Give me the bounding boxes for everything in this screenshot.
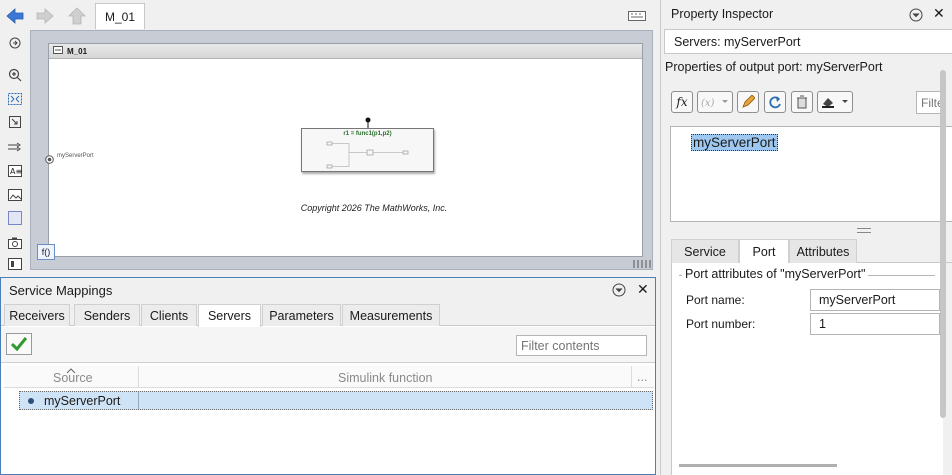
table-row[interactable]: myServerPort	[19, 391, 653, 410]
paint-bucket-dropdown-icon[interactable]	[817, 91, 853, 113]
area-icon[interactable]	[6, 210, 24, 226]
simulink-function-block[interactable]: r1 = func1(p1,p2)	[301, 128, 434, 172]
back-arrow-icon[interactable]	[4, 6, 26, 26]
forward-arrow-icon[interactable]	[34, 6, 56, 26]
fx-button[interactable]: fx	[671, 91, 693, 113]
server-port-icon[interactable]	[45, 153, 54, 167]
navigation-bar: M_01	[0, 0, 660, 30]
service-mappings-panel: Service Mappings ✕ Receivers Senders Cli…	[0, 277, 656, 475]
zoom-region-icon[interactable]	[6, 114, 24, 130]
service-tabs: Receivers Senders Clients Servers Parame…	[1, 302, 655, 327]
annotation-icon[interactable]: A≡	[6, 163, 24, 179]
tab-attributes[interactable]: Attributes	[789, 239, 857, 263]
splitter-grip-icon[interactable]	[857, 228, 871, 233]
tab-receivers[interactable]: Receivers	[4, 304, 70, 326]
tab-parameters[interactable]: Parameters	[262, 304, 341, 326]
palette-toolbar: A≡	[0, 30, 30, 274]
model-canvas[interactable]: M_01 myServerPort r1 = func1(p1,p2) Copy…	[30, 30, 653, 270]
model-title-bar: M_01	[49, 44, 642, 59]
column-more-icon[interactable]: ...	[637, 370, 647, 384]
keyboard-icon[interactable]	[628, 10, 646, 24]
server-port-label: myServerPort	[57, 153, 94, 159]
horizontal-scrollbar[interactable]	[679, 464, 837, 467]
fx-label: fx	[676, 95, 688, 109]
pencil-icon[interactable]	[737, 91, 759, 113]
canvas-scroll-corner-icon	[632, 258, 652, 268]
grid-header: Source Simulink function ...	[4, 366, 654, 388]
port-name-field[interactable]: myServerPort	[810, 289, 940, 311]
filter-contents-input[interactable]	[516, 335, 647, 356]
property-inspector-title: Property Inspector	[671, 7, 774, 21]
tab-servers[interactable]: Servers	[198, 304, 261, 327]
tab-clients[interactable]: Clients	[141, 304, 197, 326]
svg-text:A≡: A≡	[10, 167, 22, 176]
cell-source[interactable]: myServerPort	[44, 394, 120, 408]
row-bullet-icon	[28, 398, 34, 404]
hide-show-icon[interactable]	[6, 35, 24, 51]
fit-to-view-icon[interactable]	[6, 91, 24, 107]
properties-heading: Properties of output port: myServerPort	[665, 60, 883, 74]
tab-senders[interactable]: Senders	[74, 304, 140, 326]
port-name-label: Port name:	[686, 293, 745, 307]
property-inspector-panel: Property Inspector ✕ Servers: myServerPo…	[660, 0, 952, 475]
zoom-in-icon[interactable]	[6, 67, 24, 83]
refresh-icon[interactable]	[764, 91, 786, 113]
port-number-label: Port number:	[686, 317, 756, 331]
service-toolbar	[1, 327, 655, 363]
port-number-field[interactable]: 1	[810, 313, 940, 335]
model-browser-icon[interactable]	[6, 256, 24, 272]
function-block-diagram	[326, 141, 409, 169]
port-attributes-group-title: Port attributes of "myServerPort"	[682, 267, 869, 281]
selected-name-text[interactable]: myServerPort	[691, 134, 778, 151]
apply-checkmark-button[interactable]	[6, 333, 32, 355]
panel-menu-icon[interactable]	[612, 283, 626, 300]
column-header-simulink-function[interactable]: Simulink function	[338, 371, 433, 385]
inspector-tabs: Service Port Attributes	[671, 239, 952, 263]
diagram-area[interactable]: M_01 myServerPort r1 = func1(p1,p2) Copy…	[45, 43, 643, 257]
subsystem-icon	[53, 46, 63, 56]
up-arrow-icon[interactable]	[66, 6, 88, 26]
tab-measurements[interactable]: Measurements	[342, 304, 440, 326]
port-attributes-body: Port attributes of "myServerPort" Port n…	[671, 263, 943, 475]
column-header-source[interactable]: Source	[53, 371, 93, 385]
service-mappings-title: Service Mappings	[9, 282, 113, 298]
inspector-breadcrumb: Servers: myServerPort	[664, 29, 952, 54]
name-editor[interactable]: myServerPort	[670, 126, 952, 222]
model-tab[interactable]: M_01	[95, 3, 145, 29]
column-divider	[138, 392, 139, 409]
panel-menu-icon[interactable]	[909, 8, 923, 25]
close-icon[interactable]: ✕	[637, 281, 649, 298]
inspector-toolbar: fx (x)	[669, 90, 952, 116]
variable-dropdown-icon[interactable]: (x)	[697, 91, 733, 113]
tab-service[interactable]: Service	[671, 239, 739, 263]
image-icon[interactable]	[6, 187, 24, 203]
copyright-text: Copyright 2026 The MathWorks, Inc.	[300, 203, 448, 213]
vertical-scrollbar[interactable]	[940, 70, 946, 418]
function-browser-button[interactable]: f()	[37, 244, 55, 260]
column-divider	[138, 366, 139, 388]
close-icon[interactable]: ✕	[933, 5, 945, 22]
connection-arrow-icon[interactable]	[6, 139, 24, 155]
service-mappings-header: Service Mappings	[1, 278, 655, 302]
svg-text:(x): (x)	[701, 98, 715, 109]
column-divider	[631, 366, 632, 388]
delete-icon[interactable]	[791, 91, 813, 113]
camera-icon[interactable]	[6, 235, 24, 251]
tab-port[interactable]: Port	[739, 239, 789, 263]
model-title: M_01	[67, 46, 88, 56]
